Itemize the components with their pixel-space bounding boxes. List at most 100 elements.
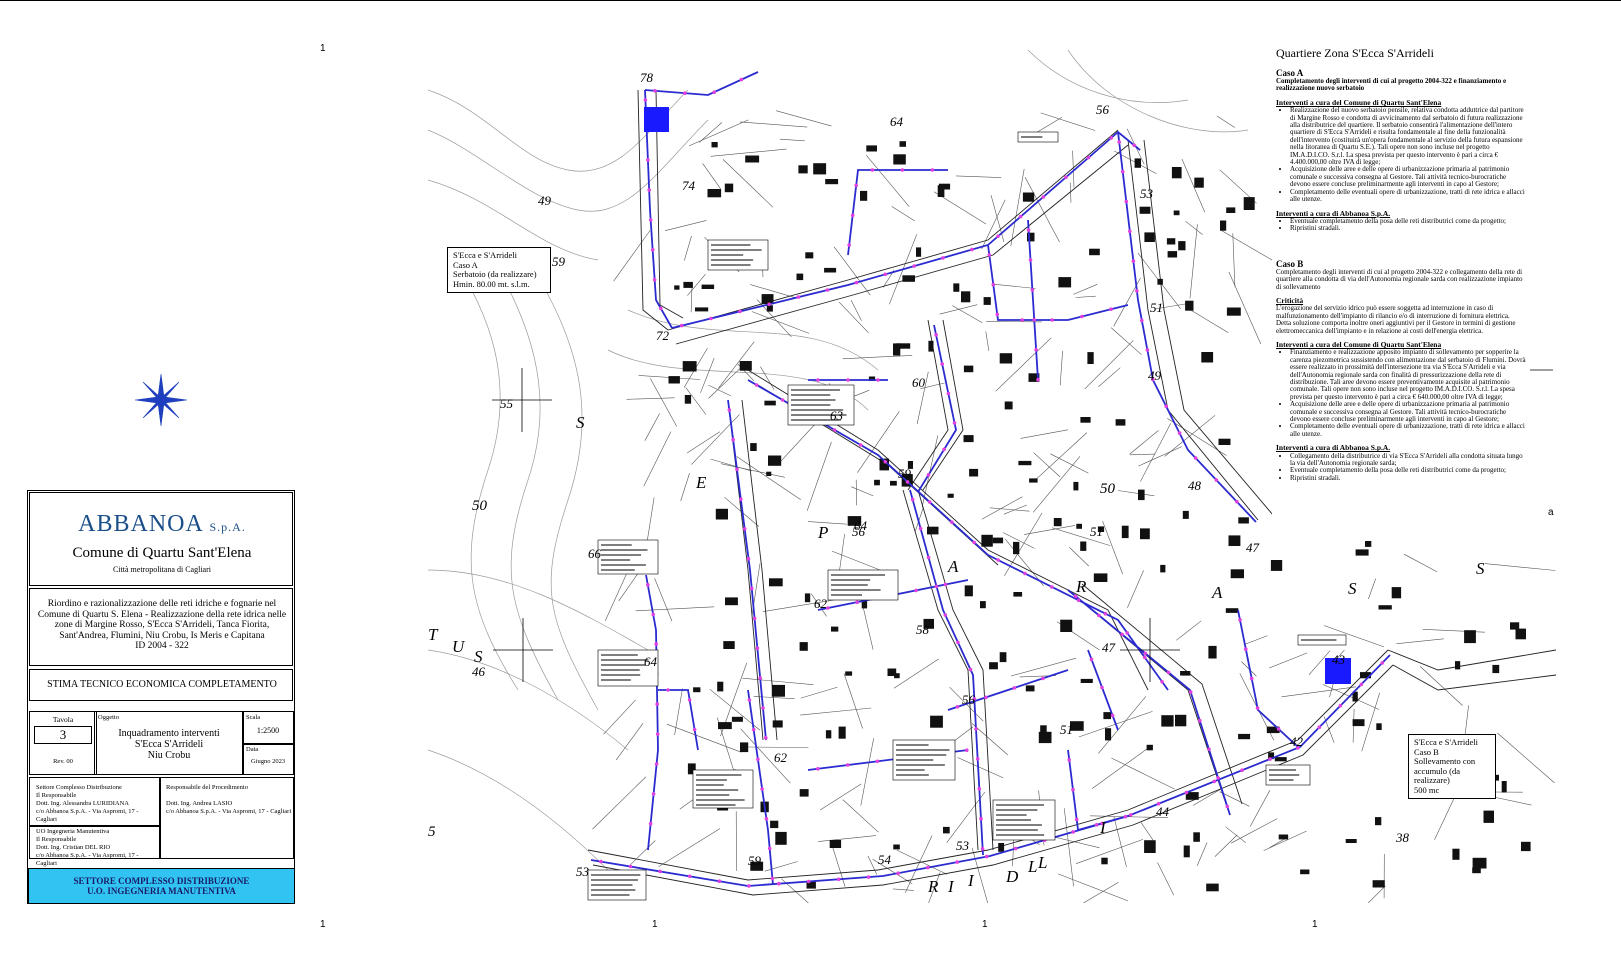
parcel-line [764, 861, 798, 872]
tank-marker-caso-a [644, 107, 669, 132]
parcel-line [842, 799, 879, 833]
panel-title: Quartiere Zona S'Ecca S'Arrideli [1276, 46, 1434, 60]
network-node [942, 447, 946, 452]
building [1183, 845, 1190, 858]
callout-line: 500 mc [1414, 784, 1440, 795]
parcel-number: 47 [1102, 640, 1116, 655]
parcel-number: 5 [428, 824, 436, 840]
network-node [870, 168, 875, 172]
resp-line: Il Responsabile [36, 836, 77, 843]
network-node [1188, 690, 1193, 694]
network-node [926, 555, 931, 560]
callout-caso-b: S'Ecca e S'Arrideli Caso B Sollevamento … [1408, 734, 1496, 799]
settore-line: SETTORE COMPLESSO DISTRIBUZIONE [73, 876, 250, 886]
contour-line [527, 259, 599, 711]
building [899, 141, 906, 147]
network-node [996, 234, 1000, 239]
network-node [1268, 757, 1272, 761]
street-letter: E [695, 473, 707, 492]
building [1515, 628, 1526, 640]
parcel-line [1005, 539, 1044, 586]
b-abbanoa-item: Ripristini stradali. [1290, 474, 1528, 482]
network-node [832, 428, 837, 432]
parcel-line [818, 835, 877, 842]
building [1391, 587, 1402, 599]
building [1501, 781, 1507, 793]
network-node [968, 667, 973, 672]
network-node [655, 732, 660, 736]
building [969, 468, 979, 477]
parcel-line [702, 163, 721, 189]
parcel-line [688, 119, 749, 147]
building [1080, 417, 1091, 423]
responsible-distribution: Settore Complesso Distribuzione Il Respo… [29, 777, 161, 827]
parcel-number: 42 [1290, 734, 1304, 749]
parcel-number: 50 [472, 498, 488, 514]
network-node [731, 437, 735, 442]
parcel-line [1140, 423, 1171, 482]
network-node [946, 391, 951, 396]
building [1103, 712, 1111, 720]
network-node [1380, 661, 1385, 665]
parcel-number: 53 [576, 864, 590, 879]
building [1228, 535, 1241, 546]
network-node [1071, 787, 1075, 792]
oggetto-label: Oggetto [98, 714, 119, 721]
network-node [692, 727, 697, 732]
parcel-line [1419, 666, 1463, 706]
parcel-number: 54 [878, 852, 892, 867]
network-node [628, 864, 633, 869]
network-node [883, 459, 888, 464]
resp-line: Dott. Ing. Andrea LASIO [166, 800, 233, 807]
network-node [965, 748, 969, 752]
network-node [1123, 814, 1128, 819]
building [1087, 352, 1094, 364]
oggetto-line: S'Ecca S'Arrideli [134, 739, 204, 750]
resp-line: c/o Abbanoa S.p.A. - Via Aspromi, 17 - C… [36, 808, 139, 823]
network-node [751, 727, 756, 732]
building [750, 443, 757, 451]
scala-cell: Scala 1:2500 [242, 711, 294, 745]
building [1171, 167, 1182, 179]
network-node [955, 705, 960, 709]
network-node [956, 640, 960, 645]
network-node [1100, 685, 1104, 690]
parcel-line [1102, 521, 1123, 575]
network-node [1166, 670, 1171, 675]
building [1013, 541, 1020, 555]
network-node [987, 253, 992, 257]
parcel-number: 64 [890, 114, 904, 129]
network-node [927, 500, 932, 504]
network-node [1110, 713, 1115, 718]
building [943, 826, 950, 834]
parcel-number: 74 [682, 178, 696, 193]
parcel-line [708, 363, 746, 399]
building [916, 247, 922, 257]
parcel-line [955, 175, 1002, 178]
tavola-number: 3 [34, 726, 92, 744]
network-node [943, 613, 948, 617]
building [1139, 206, 1151, 214]
parcel-line [1269, 652, 1308, 669]
parcel-number: 50 [1100, 481, 1116, 497]
parcel-number: 56 [962, 692, 976, 707]
scala-label: Scala [246, 714, 261, 721]
building [1105, 728, 1112, 741]
network-node [975, 757, 980, 761]
street-letter: P [817, 523, 828, 542]
parcel-line [992, 283, 1036, 289]
network-node [654, 762, 659, 766]
parcel-line [722, 159, 774, 208]
building [1093, 573, 1108, 582]
network-node [796, 295, 801, 299]
parcel-line [1263, 830, 1307, 851]
building [1452, 848, 1460, 860]
network-node [950, 520, 954, 524]
building [1238, 733, 1251, 740]
parcel-line [1069, 182, 1072, 203]
building [1225, 608, 1239, 613]
network-node [977, 787, 982, 791]
building [1013, 592, 1023, 597]
network-node [866, 875, 871, 879]
parcel-number: 53 [1140, 186, 1154, 201]
